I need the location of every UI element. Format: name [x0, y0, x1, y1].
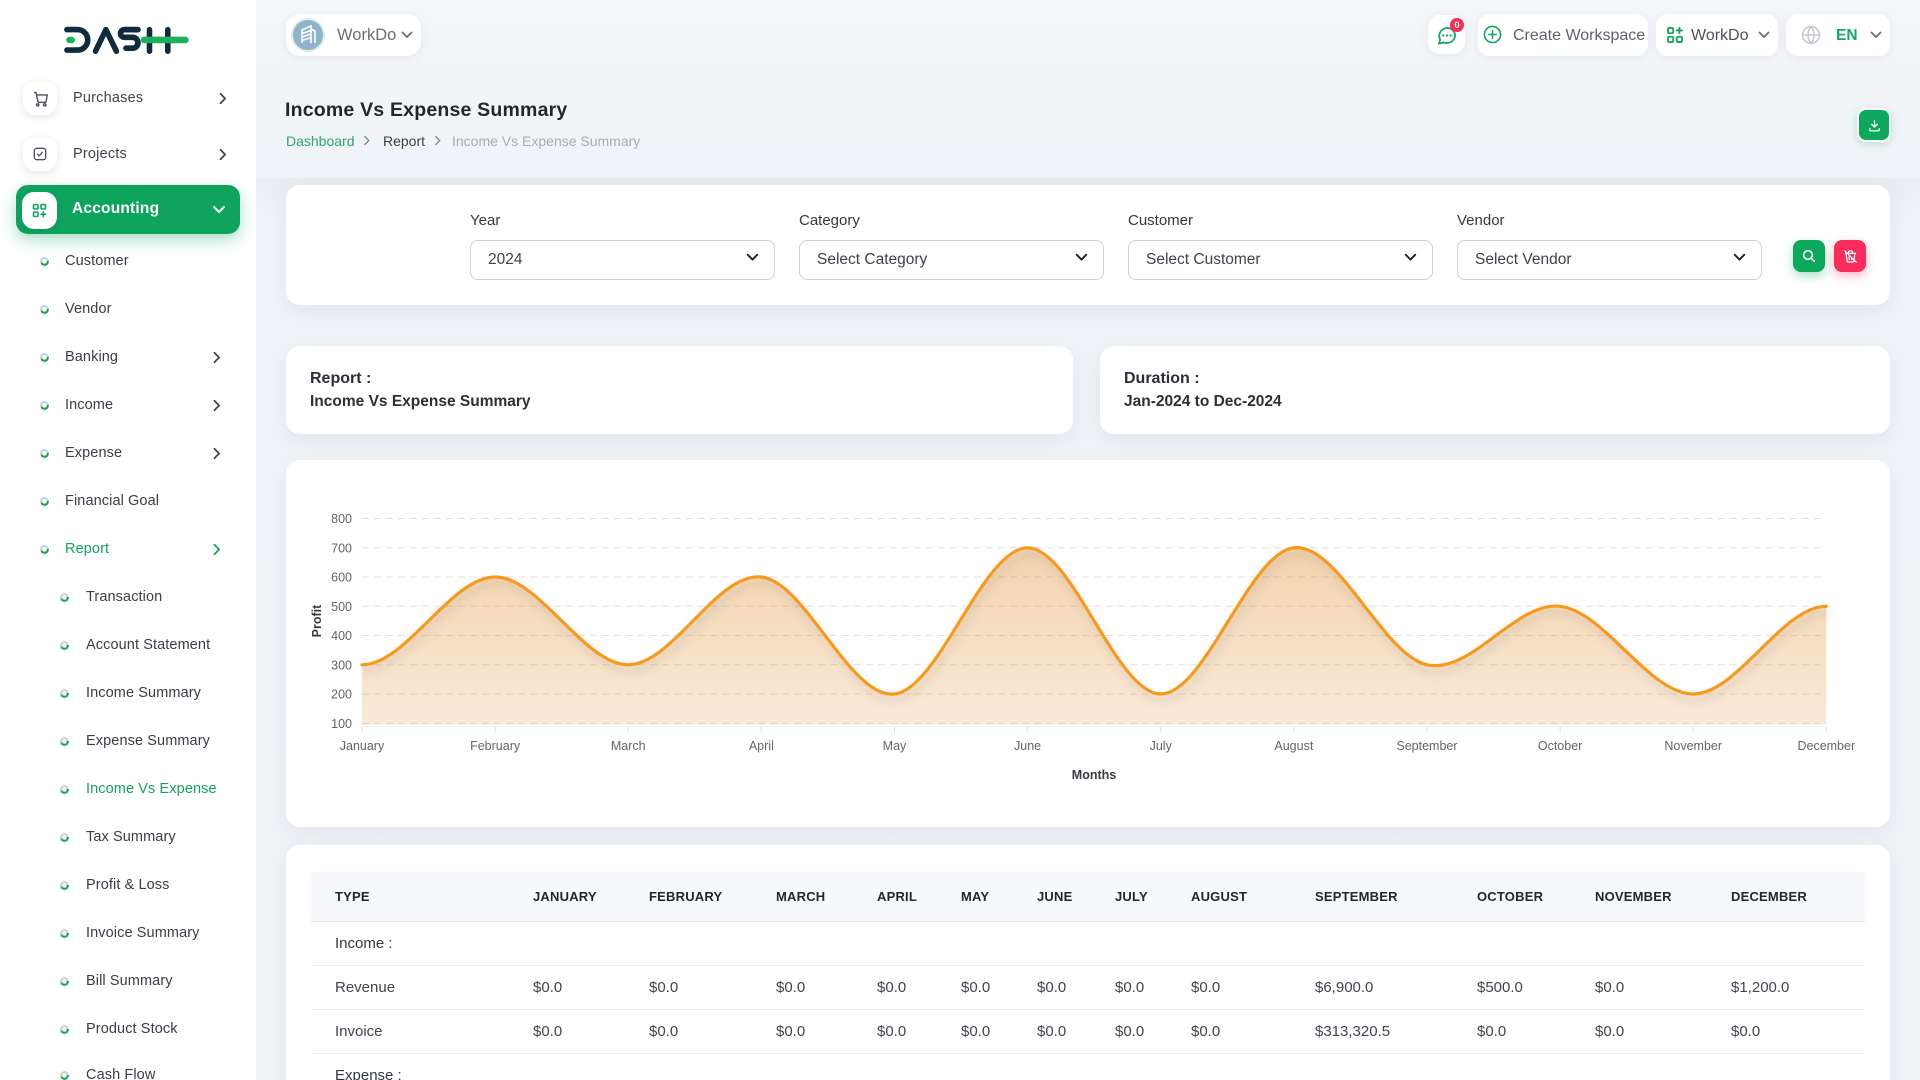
- svg-text:July: July: [1150, 739, 1173, 753]
- svg-text:Months: Months: [1072, 768, 1116, 782]
- svg-text:800: 800: [331, 512, 352, 526]
- svg-text:Profit: Profit: [310, 604, 324, 637]
- svg-text:400: 400: [331, 629, 352, 643]
- svg-text:February: February: [470, 739, 521, 753]
- svg-text:August: August: [1274, 739, 1313, 753]
- svg-text:October: October: [1538, 739, 1582, 753]
- svg-text:100: 100: [331, 717, 352, 731]
- svg-text:700: 700: [331, 541, 352, 555]
- svg-text:November: November: [1664, 739, 1722, 753]
- svg-text:300: 300: [331, 658, 352, 672]
- svg-text:600: 600: [331, 571, 352, 585]
- svg-text:200: 200: [331, 688, 352, 702]
- svg-text:June: June: [1014, 739, 1041, 753]
- svg-text:January: January: [340, 739, 385, 753]
- svg-text:April: April: [749, 739, 774, 753]
- svg-text:March: March: [611, 739, 646, 753]
- svg-text:December: December: [1797, 739, 1855, 753]
- svg-text:September: September: [1396, 739, 1457, 753]
- svg-text:500: 500: [331, 600, 352, 614]
- svg-text:May: May: [883, 739, 907, 753]
